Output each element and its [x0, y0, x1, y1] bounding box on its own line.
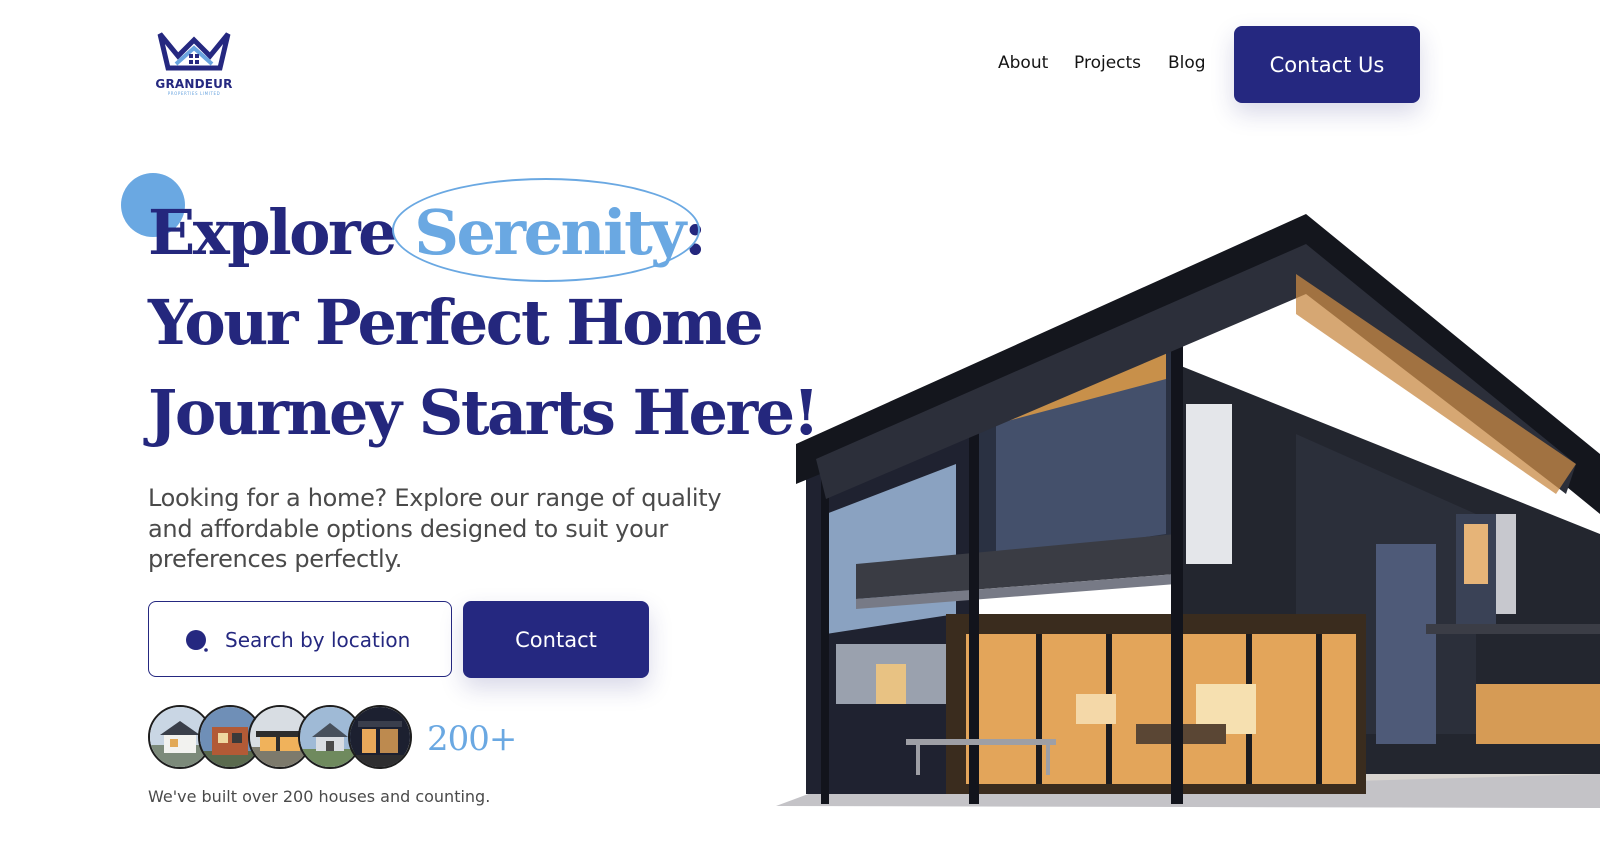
headline-part1: Explore: [148, 196, 415, 269]
nav-link-about[interactable]: About: [998, 53, 1048, 73]
brand-name: GRANDEUR: [155, 77, 233, 91]
nav-link-blog[interactable]: Blog: [1168, 53, 1206, 73]
highlight-oval: [392, 178, 700, 282]
hero-headline: Explore Serenity: Your Perfect Home Jour…: [148, 178, 820, 458]
search-icon: [186, 630, 208, 652]
location-search-input[interactable]: [225, 622, 435, 658]
project-thumbnails: [148, 705, 418, 771]
brand-tagline: PROPERTIES LIMITED: [167, 91, 221, 96]
hero-description: Looking for a home? Explore our range of…: [148, 484, 722, 573]
headline-line-3: Journey Starts Here!: [148, 376, 820, 449]
headline-line-2: Your Perfect Home: [148, 286, 764, 359]
headline-highlight: Serenity: [392, 178, 700, 282]
headline-line-1: Explore Serenity:: [148, 178, 808, 282]
hero-house-image: [776, 214, 1600, 808]
contact-button[interactable]: Contact: [463, 601, 649, 678]
contact-us-button[interactable]: Contact Us: [1234, 26, 1420, 103]
brand-logo[interactable]: GRANDEUR PROPERTIES LIMITED: [148, 28, 240, 98]
houses-built-caption: We've built over 200 houses and counting…: [148, 787, 491, 806]
project-thumbnail: [348, 705, 412, 769]
crown-house-icon: [157, 32, 231, 71]
houses-built-count: 200+: [427, 719, 517, 759]
location-search-box[interactable]: [148, 601, 452, 677]
nav-link-projects[interactable]: Projects: [1074, 53, 1141, 73]
